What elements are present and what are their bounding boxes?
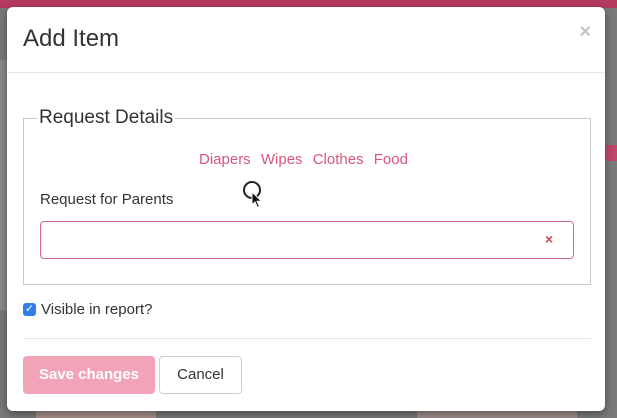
close-icon[interactable]: × xyxy=(579,21,591,44)
quick-link-diapers[interactable]: Diapers xyxy=(199,151,251,168)
request-for-parents-input[interactable] xyxy=(40,221,574,259)
quick-link-clothes[interactable]: Clothes xyxy=(313,151,364,168)
quick-links: Diapers Wipes Clothes Food xyxy=(199,151,414,168)
save-changes-button[interactable]: Save changes xyxy=(23,356,155,394)
footer-divider xyxy=(23,338,591,339)
fieldset-legend: Request Details xyxy=(39,107,174,128)
modal-title: Add Item xyxy=(23,25,120,52)
visible-in-report-label: Visible in report? xyxy=(41,301,153,318)
mouse-pointer-icon xyxy=(251,191,263,209)
quick-link-food[interactable]: Food xyxy=(374,151,408,168)
visible-in-report-checkbox[interactable]: ✓ xyxy=(23,303,36,316)
cancel-button[interactable]: Cancel xyxy=(159,356,242,394)
clear-icon[interactable]: × xyxy=(545,231,553,247)
background-dropdown-badge xyxy=(605,145,617,161)
visible-in-report-row: ✓ Visible in report? xyxy=(23,301,152,318)
add-item-modal: Add Item × Request Details Diapers Wipes… xyxy=(7,7,605,411)
modal-header: Add Item × xyxy=(7,7,605,73)
request-for-parents-label: Request for Parents xyxy=(40,191,174,208)
quick-link-wipes[interactable]: Wipes xyxy=(261,151,303,168)
